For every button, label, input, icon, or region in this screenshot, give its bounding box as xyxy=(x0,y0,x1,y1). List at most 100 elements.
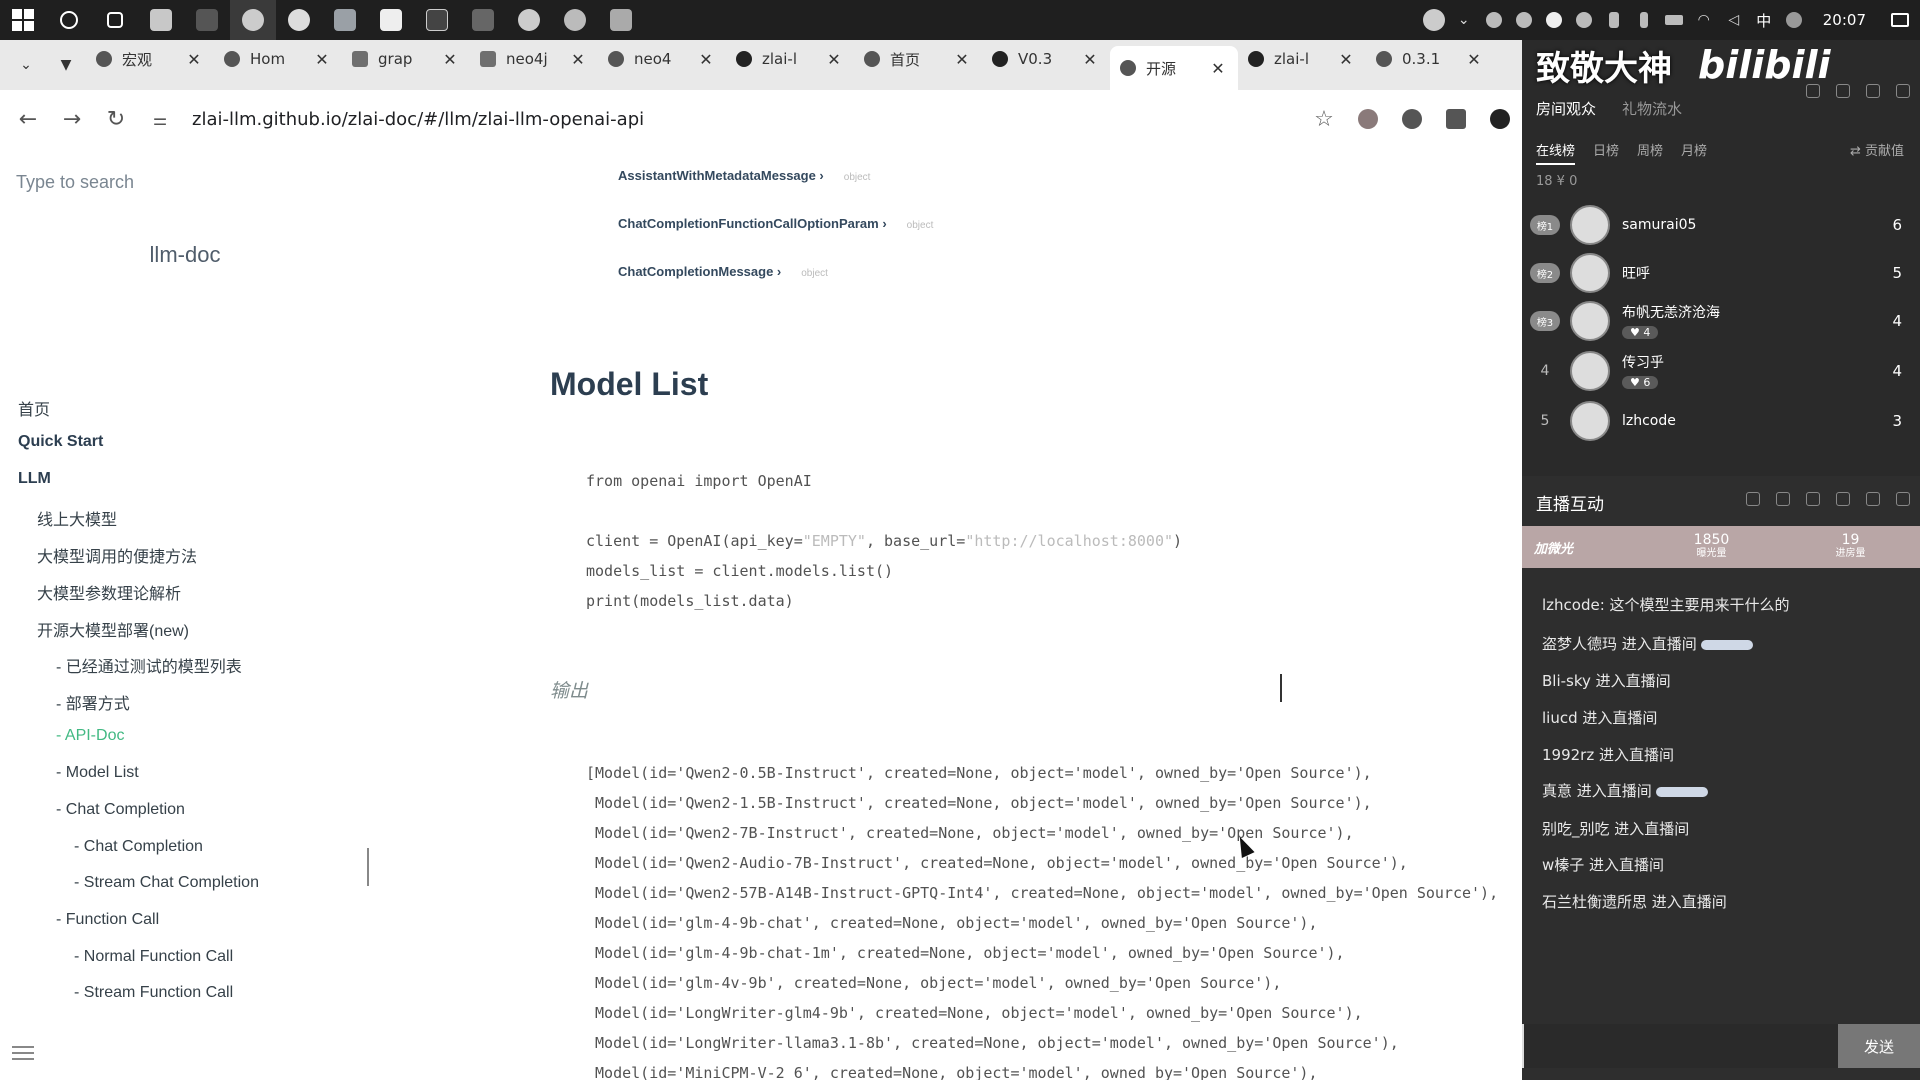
taskbar-terminal[interactable] xyxy=(184,0,230,40)
url-field[interactable]: zlai-llm.github.io/zlai-doc/#/llm/zlai-l… xyxy=(192,109,1302,130)
close-icon[interactable] xyxy=(1896,492,1910,506)
close-icon[interactable]: ✕ xyxy=(568,50,588,69)
lock-icon[interactable] xyxy=(1806,492,1820,506)
mic-icon[interactable] xyxy=(1629,0,1659,40)
glow-label[interactable]: 加微光 xyxy=(1522,538,1642,557)
avatar[interactable] xyxy=(1570,401,1610,441)
avatar[interactable] xyxy=(1570,301,1610,341)
sidebar-item[interactable]: - Normal Function Call xyxy=(74,948,233,966)
sidebar-item[interactable]: 首页 xyxy=(18,396,50,420)
chat-input[interactable] xyxy=(1522,1024,1838,1068)
taskbar-search-button[interactable] xyxy=(46,0,92,40)
sidebar-item[interactable]: - Stream Chat Completion xyxy=(74,874,259,892)
taskbar-vscode[interactable] xyxy=(368,0,414,40)
cloud-icon[interactable] xyxy=(1569,0,1599,40)
tray-app-icon[interactable] xyxy=(1479,0,1509,40)
schema-object-link[interactable]: ChatCompletionFunctionCallOptionParam › o… xyxy=(618,216,933,231)
sidebar-item[interactable]: - API-Doc xyxy=(56,727,124,745)
taskbar-app-4[interactable] xyxy=(598,0,644,40)
user-avatar-icon[interactable] xyxy=(1419,0,1449,40)
ranking-row[interactable]: 榜3 布帆无恙济沧海 ♥ 4 4 xyxy=(1530,296,1902,346)
tab-gift-flow[interactable]: 礼物流水 xyxy=(1622,98,1682,119)
close-icon[interactable] xyxy=(1896,84,1910,98)
lock-icon[interactable] xyxy=(1836,84,1850,98)
sidebar-item[interactable]: 开源大模型部署(new) xyxy=(37,617,189,641)
ranking-row[interactable]: 榜1 samurai05 6 xyxy=(1530,200,1902,250)
forward-button[interactable]: → xyxy=(50,97,94,141)
tray-app-icon-3[interactable] xyxy=(1779,0,1809,40)
sidebar-item[interactable]: - Function Call xyxy=(56,911,159,929)
sidebar-item[interactable]: - 已经通过测试的模型列表 xyxy=(56,653,242,677)
site-title[interactable]: llm-doc xyxy=(0,242,370,268)
wifi-icon[interactable]: ◠ xyxy=(1689,0,1719,40)
ranking-row[interactable]: 4 传习乎 ♥ 6 4 xyxy=(1530,346,1902,396)
refresh-icon[interactable] xyxy=(1776,492,1790,506)
close-icon[interactable]: ✕ xyxy=(312,50,332,69)
notification-button[interactable] xyxy=(1880,0,1920,40)
sidebar-item[interactable]: 线上大模型 xyxy=(37,506,117,530)
close-icon[interactable]: ✕ xyxy=(440,50,460,69)
schema-object-link[interactable]: ChatCompletionMessage › object xyxy=(618,264,828,279)
avatar[interactable] xyxy=(1570,253,1610,293)
volume-icon[interactable] xyxy=(1836,492,1850,506)
menu-toggle-icon[interactable] xyxy=(12,1046,34,1062)
sidebar-item[interactable]: - Model List xyxy=(56,764,139,782)
bookmark-button[interactable]: ☆ xyxy=(1302,97,1346,141)
battery-icon[interactable] xyxy=(1659,0,1689,40)
task-view-button[interactable] xyxy=(92,0,138,40)
schema-object-link[interactable]: AssistantWithMetadataMessage › object xyxy=(618,168,870,183)
gear-icon[interactable] xyxy=(1866,492,1880,506)
avatar[interactable] xyxy=(1570,351,1610,391)
sidebar-item[interactable]: - Chat Completion xyxy=(74,838,203,856)
close-icon[interactable]: ✕ xyxy=(696,50,716,69)
tab-room-audience[interactable]: 房间观众 xyxy=(1536,98,1596,119)
extension-button-3[interactable] xyxy=(1434,97,1478,141)
tray-app-icon-2[interactable] xyxy=(1509,0,1539,40)
f-icon[interactable] xyxy=(1539,0,1569,40)
browser-tab[interactable]: 0.3.1 ✕ xyxy=(1366,40,1494,78)
browser-tab[interactable]: neo4 ✕ xyxy=(598,40,726,78)
subtab-weekly[interactable]: 周榜 xyxy=(1637,140,1663,165)
browser-tab[interactable]: 开源 ✕ xyxy=(1110,46,1238,90)
close-icon[interactable]: ✕ xyxy=(184,50,204,69)
close-icon[interactable]: ✕ xyxy=(1208,59,1228,78)
sidebar-item[interactable]: LLM xyxy=(18,470,51,488)
search-input[interactable] xyxy=(16,168,346,196)
sidebar-item[interactable]: - Stream Function Call xyxy=(74,984,233,1002)
profile-button[interactable] xyxy=(1478,97,1522,141)
chevron-up-icon[interactable]: ⌄ xyxy=(1449,0,1479,40)
browser-tab[interactable]: V0.3 ✕ xyxy=(982,40,1110,78)
close-icon[interactable]: ✕ xyxy=(952,50,972,69)
browser-tab[interactable]: zlai-l ✕ xyxy=(1238,40,1366,78)
close-icon[interactable]: ✕ xyxy=(1080,50,1100,69)
taskbar-app[interactable] xyxy=(322,0,368,40)
taskbar-pycharm[interactable] xyxy=(414,0,460,40)
extension-button[interactable] xyxy=(1346,97,1390,141)
ranking-row[interactable]: 榜2 旺呼 5 xyxy=(1530,248,1902,298)
taskbar-obs[interactable] xyxy=(230,0,276,40)
subtab-online[interactable]: 在线榜 xyxy=(1536,140,1576,165)
browser-tab[interactable]: neo4j ✕ xyxy=(470,40,598,78)
contribution-sort[interactable]: ⇄ 贡献值 xyxy=(1850,140,1904,159)
popout-icon[interactable] xyxy=(1806,84,1820,98)
sidebar-item[interactable]: - Chat Completion xyxy=(56,801,185,819)
gear-icon[interactable] xyxy=(1866,84,1880,98)
volume-icon[interactable]: ◁ xyxy=(1719,0,1749,40)
taskbar-app-3[interactable] xyxy=(552,0,598,40)
site-info-button[interactable]: ⚌ xyxy=(138,97,182,141)
browser-tab[interactable]: zlai-l ✕ xyxy=(726,40,854,78)
send-button[interactable]: 发送 xyxy=(1838,1024,1920,1068)
sidebar-item[interactable]: 大模型参数理论解析 xyxy=(37,580,181,604)
ime-indicator[interactable]: 中 xyxy=(1749,0,1779,40)
subtab-daily[interactable]: 日榜 xyxy=(1593,140,1619,165)
taskbar-chrome[interactable] xyxy=(506,0,552,40)
browser-tab[interactable]: 宏观 ✕ xyxy=(86,40,214,78)
clock[interactable]: 20:07 xyxy=(1809,11,1880,29)
browser-tab[interactable]: 首页 ✕ xyxy=(854,40,982,78)
sidebar-item[interactable]: 大模型调用的便捷方法 xyxy=(37,543,197,567)
avatar[interactable] xyxy=(1570,205,1610,245)
start-button[interactable] xyxy=(0,0,46,40)
sidebar-item[interactable]: - 部署方式 xyxy=(56,690,130,714)
taskbar-wechat[interactable] xyxy=(276,0,322,40)
popout-icon[interactable] xyxy=(1746,492,1760,506)
